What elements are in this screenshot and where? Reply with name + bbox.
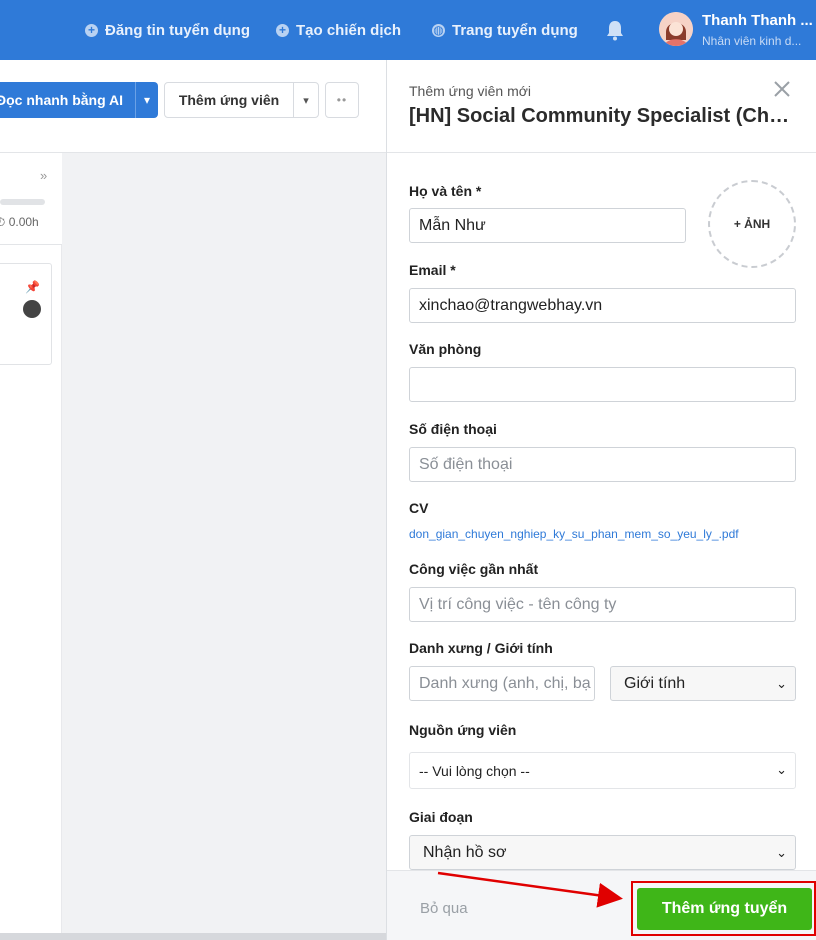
pipeline-toolbar: Đọc nhanh bằng AI ▾ Thêm ứng viên ▾ •• [0,60,386,153]
office-label: Văn phòng [409,341,482,357]
add-candidate-button[interactable]: Thêm ứng viên [164,82,294,118]
stage-label: Giai đoạn [409,809,473,825]
more-options-button[interactable]: •• [325,82,359,118]
ai-quick-read-button[interactable]: Đọc nhanh bằng AI [0,82,135,118]
source-label: Nguồn ứng viên [409,722,517,738]
user-name[interactable]: Thanh Thanh ... [702,12,814,29]
cv-label: CV [409,500,429,516]
upload-photo-button[interactable]: + ẢNH [708,180,796,268]
submit-application-button[interactable]: Thêm ứng tuyển [637,888,812,930]
plus-circle-icon: + [85,23,98,37]
phone-input[interactable]: Số điện thoại [409,447,796,482]
nav-create-campaign[interactable]: + Tạo chiến dịch [276,0,401,60]
column-header: » ⏱ 0.00h [0,153,62,245]
nav-post-job-label: Đăng tin tuyển dụng [105,21,250,39]
nav-career-page-label: Trang tuyển dụng [452,21,578,39]
skip-button[interactable]: Bỏ qua [420,900,468,917]
stage-select-value: Nhận hồ sơ [423,843,507,861]
name-label: Họ và tên * [409,183,482,199]
nav-create-campaign-label: Tạo chiến dịch [296,21,402,39]
source-select-value: -- Vui lòng chọn -- [419,762,530,779]
card-avatar [23,300,41,318]
source-select[interactable]: -- Vui lòng chọn -- ⌄ [409,752,796,789]
name-input[interactable]: Mẫn Như [409,208,686,243]
nav-post-job[interactable]: + Đăng tin tuyển dụng [85,0,250,60]
candidate-form: Họ và tên * Mẫn Như + ẢNH Email * xincha… [387,153,816,870]
title-input[interactable]: Danh xưng (anh, chị, bạ [409,666,595,701]
email-label: Email * [409,262,456,278]
chevron-down-icon: ▾ [303,94,309,107]
email-input[interactable]: xinchao@trangwebhay.vn [409,288,796,323]
top-nav-bar: + Đăng tin tuyển dụng + Tạo chiến dịch ◍… [0,0,816,60]
nav-career-page[interactable]: ◍ Trang tuyển dụng [432,0,578,60]
chevron-down-icon: ⌄ [776,762,787,777]
gender-select-value: Giới tính [624,674,686,692]
title-gender-label: Danh xưng / Giới tính [409,640,553,656]
stage-select[interactable]: Nhận hồ sơ ⌄ [409,835,796,870]
more-dots-icon: •• [336,93,348,107]
plus-circle-icon: + [276,23,289,37]
gender-select[interactable]: Giới tính ⌄ [610,666,796,701]
add-candidate-dropdown[interactable]: ▾ [293,82,319,118]
phone-label: Số điện thoại [409,421,497,437]
chevron-down-icon: ⌄ [776,676,787,691]
drawer-title: [HN] Social Community Specialist (Chuyên… [409,105,794,127]
globe-icon: ◍ [432,22,445,37]
add-candidate-drawer: Thêm ứng viên mới [HN] Social Community … [386,60,816,940]
candidate-card[interactable]: 📌 [0,263,52,365]
close-icon[interactable] [771,78,793,100]
drawer-header: Thêm ứng viên mới [HN] Social Community … [387,60,816,153]
pin-icon[interactable]: 📌 [25,280,40,294]
chevron-down-icon: ⌄ [776,845,787,860]
cv-file-link[interactable]: don_gian_chuyen_nghiep_ky_su_phan_mem_so… [409,527,739,541]
horizontal-scrollbar[interactable] [0,933,386,940]
bell-icon[interactable] [605,19,625,41]
chevron-down-icon: ▾ [143,93,151,107]
highlight-box: Thêm ứng tuyển [631,881,816,936]
recent-job-input[interactable]: Vị trí công việc - tên công ty [409,587,796,622]
double-chevron-right-icon[interactable]: » [40,168,47,183]
column-progress-bar [0,199,45,205]
drawer-subtitle: Thêm ứng viên mới [409,83,532,99]
pipeline-column: » ⏱ 0.00h 📌 [0,153,62,940]
drawer-footer: Bỏ qua Thêm ứng tuyển [387,870,816,940]
pipeline-background: Đọc nhanh bằng AI ▾ Thêm ứng viên ▾ •• »… [0,60,386,940]
office-input[interactable] [409,367,796,402]
column-time: ⏱ 0.00h [0,215,39,229]
ai-dropdown-toggle[interactable]: ▾ [135,82,158,118]
user-role: Nhân viên kinh d... [702,34,802,48]
recent-job-label: Công việc gần nhất [409,561,539,577]
avatar[interactable] [659,12,693,46]
